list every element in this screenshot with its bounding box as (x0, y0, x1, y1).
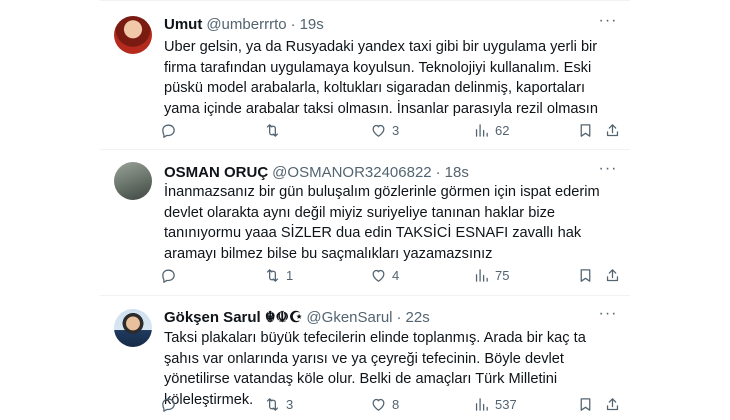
timestamp[interactable]: 22s (406, 309, 430, 326)
avatar[interactable] (114, 162, 152, 200)
views-count: 75 (495, 267, 510, 283)
display-name[interactable]: Gökşen Sarul ☬☫☪ (164, 308, 302, 326)
share-icon (606, 123, 619, 136)
bookmark-icon (580, 268, 591, 282)
bookmark-icon (580, 397, 591, 411)
reply-button[interactable] (160, 264, 182, 286)
tweet-header: Umut @umberrrto · 19s ··· (164, 13, 618, 34)
views-icon (475, 268, 488, 282)
tweet-header: Gökşen Sarul ☬☫☪ @GkenSarul · 22s ··· (164, 306, 618, 327)
bookmark-button[interactable] (577, 264, 594, 286)
views-button[interactable]: 62 (473, 119, 509, 141)
views-icon (475, 123, 488, 137)
like-button[interactable]: 3 (370, 119, 399, 141)
retweet-button[interactable]: 3 (264, 393, 293, 415)
share-button[interactable] (604, 393, 621, 415)
avatar[interactable] (114, 16, 152, 54)
tweet-text: Uber gelsin, ya da Rusyadaki yandex taxi… (164, 39, 598, 117)
user-handle[interactable]: @umberrrto (206, 16, 286, 33)
views-icon (475, 397, 488, 411)
retweet-icon (266, 268, 279, 282)
tweet[interactable]: Umut @umberrrto · 19s ··· Uber gelsin, y… (100, 0, 630, 150)
bookmark-button[interactable] (577, 393, 594, 415)
more-icon[interactable]: ··· (598, 13, 618, 34)
display-name[interactable]: Umut (164, 16, 202, 33)
like-icon (372, 398, 385, 411)
like-icon (372, 124, 385, 137)
tweet[interactable]: OSMAN ORUÇ @OSMANOR32406822 · 18s ··· İn… (100, 150, 630, 296)
reply-button[interactable] (160, 119, 182, 141)
views-button[interactable]: 75 (473, 264, 509, 286)
separator-dot: · (290, 15, 296, 33)
retweet-count: 3 (286, 396, 294, 412)
like-count: 8 (392, 396, 400, 412)
reply-icon (162, 124, 175, 138)
views-count: 537 (495, 396, 517, 412)
user-handle[interactable]: @GkenSarul (306, 309, 392, 326)
avatar[interactable] (114, 309, 152, 347)
tweet-header: OSMAN ORUÇ @OSMANOR32406822 · 18s ··· (164, 161, 618, 182)
retweet-icon (266, 123, 279, 137)
reply-icon (162, 398, 175, 412)
like-icon (372, 269, 385, 282)
retweet-button[interactable] (264, 119, 286, 141)
tweet-feed: Umut @umberrrto · 19s ··· Uber gelsin, y… (0, 0, 730, 420)
separator-dot: · (396, 308, 402, 326)
more-icon[interactable]: ··· (598, 306, 618, 327)
action-bar: 3 8 537 (160, 393, 630, 415)
views-count: 62 (495, 122, 510, 138)
reply-icon (162, 269, 175, 283)
like-button[interactable]: 8 (370, 393, 399, 415)
share-icon (606, 397, 619, 410)
more-icon[interactable]: ··· (598, 161, 618, 182)
user-handle[interactable]: @OSMANOR32406822 (272, 164, 431, 181)
action-bar: 3 62 (160, 119, 630, 141)
bookmark-icon (580, 123, 591, 137)
reply-button[interactable] (160, 393, 182, 415)
separator-dot: · (435, 163, 441, 181)
like-button[interactable]: 4 (370, 264, 399, 286)
retweet-button[interactable]: 1 (264, 264, 293, 286)
share-icon (606, 268, 619, 281)
action-bar: 1 4 75 (160, 264, 630, 286)
retweet-count: 1 (286, 267, 294, 283)
share-button[interactable] (604, 119, 621, 141)
bookmark-button[interactable] (577, 119, 594, 141)
timestamp[interactable]: 18s (445, 164, 469, 181)
like-count: 3 (392, 122, 400, 138)
display-name[interactable]: OSMAN ORUÇ (164, 164, 268, 181)
views-button[interactable]: 537 (473, 393, 517, 415)
tweet-text: İnanmazsanız bir gün buluşalım gözlerinl… (164, 184, 600, 262)
share-button[interactable] (604, 264, 621, 286)
tweet[interactable]: Gökşen Sarul ☬☫☪ @GkenSarul · 22s ··· Ta… (100, 296, 630, 420)
like-count: 4 (392, 267, 400, 283)
retweet-icon (266, 397, 279, 411)
timestamp[interactable]: 19s (300, 16, 324, 33)
